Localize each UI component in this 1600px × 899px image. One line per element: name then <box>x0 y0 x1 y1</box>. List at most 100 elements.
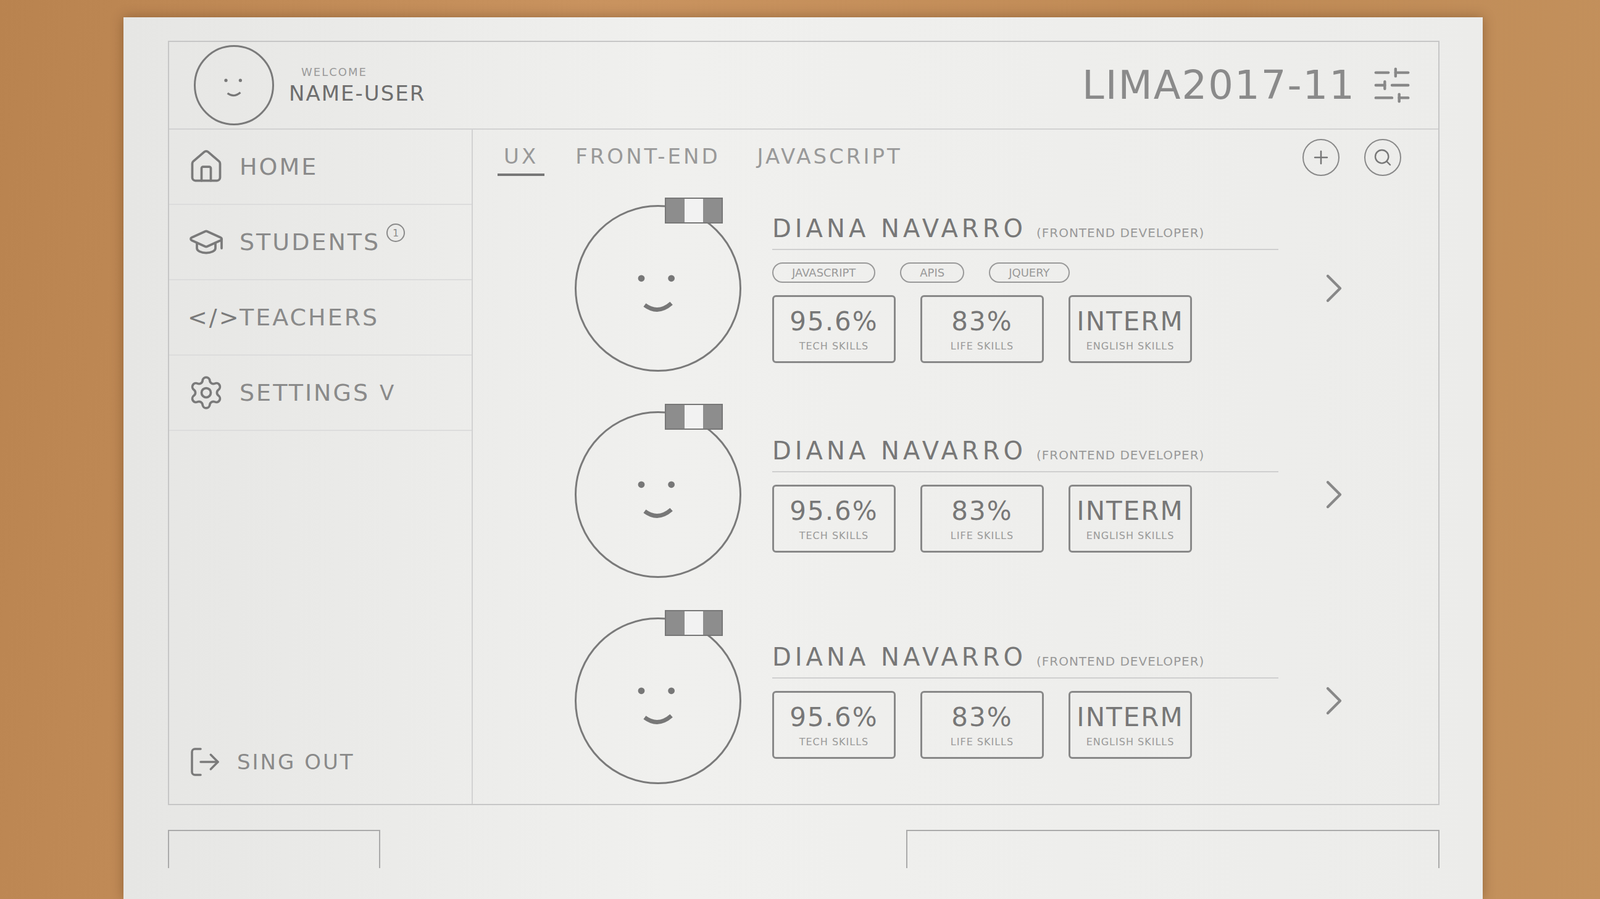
smiley-icon <box>608 650 709 751</box>
avatar-circle <box>574 204 742 372</box>
avatar-circle <box>574 411 742 578</box>
student-avatar <box>574 617 742 784</box>
sidebar-label: TEACHERS <box>239 303 380 331</box>
stat-box: 95.6% TECH SKILLS <box>772 295 896 363</box>
sidebar-item[interactable]: HOME <box>169 129 472 205</box>
skill-tag: JAVASCRIPT <box>772 262 876 283</box>
stat-box: INTERM ENGLISH SKILLS <box>1068 295 1192 363</box>
tab[interactable]: UX <box>497 138 545 176</box>
desk: WELCOMENAME-USER LIMA2017-11 HOME STUDENTS 1… <box>0 0 1600 899</box>
student-info: DIANA NAVARRO (FRONTEND DEVELOPER) JAVASCR… <box>772 214 1279 363</box>
student-list: DIANA NAVARRO (FRONTEND DEVELOPER) JAVASCR… <box>497 185 1402 804</box>
main: UX FRONT-END JAVASCRIPT DIANA NAVARRO (FRONT… <box>472 129 1439 804</box>
sketch-box <box>167 829 381 868</box>
stat-value: INTERM <box>1076 306 1184 337</box>
stat-label: TECH SKILLS <box>799 735 870 748</box>
stat-label: TECH SKILLS <box>799 340 870 352</box>
body: HOME STUDENTS 1 </>TEACHERS SETTINGS V SING OU… <box>169 129 1439 804</box>
user-block: WELCOMENAME-USER <box>288 65 426 106</box>
sidebar-item[interactable]: SETTINGS V <box>169 355 472 431</box>
student-name: DIANA NAVARRO <box>772 642 1027 671</box>
sidebar-label: STUDENTS <box>239 228 381 256</box>
filter-sliders-icon[interactable] <box>1370 63 1414 107</box>
exit-icon <box>187 744 223 780</box>
cohort-title: LIMA2017-11 <box>1082 62 1356 109</box>
user-avatar[interactable] <box>193 45 275 126</box>
student-role: (FRONTEND DEVELOPER) <box>1036 447 1205 463</box>
sidebar-item[interactable]: STUDENTS 1 <box>169 204 472 281</box>
nav-icon <box>187 148 225 186</box>
tab[interactable]: FRONT-END <box>569 138 726 176</box>
next-sketch-edge <box>167 829 1440 868</box>
stat-value: 83% <box>951 701 1013 733</box>
tab-bar: UX FRONT-END JAVASCRIPT <box>497 129 1402 186</box>
student-role: (FRONTEND DEVELOPER) <box>1036 653 1205 669</box>
add-button[interactable] <box>1302 138 1340 176</box>
student-row[interactable]: DIANA NAVARRO (FRONTEND DEVELOPER) 95.6% TE… <box>574 608 1402 794</box>
student-role: (FRONTEND DEVELOPER) <box>1036 225 1205 241</box>
search-icon <box>1372 147 1393 168</box>
chevron-right-icon[interactable] <box>1309 675 1359 726</box>
stat-box: 83% LIFE SKILLS <box>920 295 1044 363</box>
stat-list: 95.6% TECH SKILLS 83% LIFE SKILLS INTERM ENGL… <box>772 295 1279 363</box>
sidebar: HOME STUDENTS 1 </>TEACHERS SETTINGS V SING OU… <box>169 129 473 804</box>
header: WELCOMENAME-USER LIMA2017-11 <box>169 41 1439 130</box>
tab[interactable]: JAVASCRIPT <box>751 138 909 176</box>
search-button[interactable] <box>1364 138 1402 176</box>
stat-label: ENGLISH SKILLS <box>1086 735 1175 748</box>
sign-out-button[interactable]: SING OUT <box>169 744 472 804</box>
student-avatar <box>574 411 742 578</box>
plus-icon <box>1310 146 1332 168</box>
stat-value: INTERM <box>1076 495 1184 526</box>
nav-icon <box>187 374 225 412</box>
skill-tag: APIS <box>900 262 965 283</box>
expand-caret: V <box>379 380 396 405</box>
sign-out-label: SING OUT <box>237 749 355 775</box>
stat-box: INTERM ENGLISH SKILLS <box>1068 690 1192 759</box>
sketch-box <box>906 829 1440 868</box>
stat-value: 95.6% <box>789 495 878 526</box>
stat-label: LIFE SKILLS <box>950 529 1014 542</box>
stat-list: 95.6% TECH SKILLS 83%LIFE SKILLS INTERM ENGL… <box>772 484 1279 553</box>
student-row[interactable]: DIANA NAVARRO (FRONTEND DEVELOPER) 95.6% TE… <box>574 401 1402 588</box>
count-badge: 1 <box>386 223 405 242</box>
sidebar-label: SETTINGS <box>239 379 370 407</box>
stat-box: 83%LIFE SKILLS <box>920 484 1044 553</box>
name-line: DIANA NAVARRO (FRONTEND DEVELOPER) <box>772 214 1279 250</box>
stat-box: 95.6% TECH SKILLS <box>772 484 896 553</box>
stat-value: 95.6% <box>789 306 878 337</box>
name-line: DIANA NAVARRO (FRONTEND DEVELOPER) <box>772 436 1279 473</box>
flag-icon <box>664 403 723 430</box>
avatar-circle <box>574 617 742 784</box>
stat-value: 83% <box>951 306 1013 337</box>
smiley-icon <box>608 444 709 545</box>
stat-label: LIFE SKILLS <box>950 735 1014 748</box>
stat-box: 83% LIFE SKILLS <box>920 690 1044 759</box>
student-name: DIANA NAVARRO <box>772 436 1027 465</box>
skill-tag: JQUERY <box>988 262 1070 283</box>
tag-list: JAVASCRIPT APIS JQUERY <box>772 262 1279 283</box>
stat-box: 95.6% TECH SKILLS <box>772 690 896 759</box>
stat-label: LIFE SKILLS <box>950 340 1014 352</box>
smiley-icon <box>608 238 709 339</box>
flag-icon <box>664 609 723 636</box>
paper-sheet: WELCOMENAME-USER LIMA2017-11 HOME STUDENTS 1… <box>123 17 1483 899</box>
stat-box: INTERM ENGLISH SKILLS <box>1068 484 1192 553</box>
chevron-right-icon[interactable] <box>1309 263 1359 313</box>
stat-list: 95.6% TECH SKILLS 83% LIFE SKILLS INTERM ENGL… <box>772 690 1279 759</box>
stat-value: INTERM <box>1076 701 1184 733</box>
app-frame: WELCOMENAME-USER LIMA2017-11 HOME STUDENTS 1… <box>167 40 1440 805</box>
chevron-right-icon[interactable] <box>1309 469 1359 520</box>
flag-icon <box>664 197 723 224</box>
stat-label: TECH SKILLS <box>799 529 870 542</box>
stat-label: ENGLISH SKILLS <box>1086 529 1175 542</box>
user-name: NAME-USER <box>288 80 426 106</box>
stat-label: ENGLISH SKILLS <box>1086 340 1175 352</box>
smiley-icon <box>209 61 259 110</box>
student-row[interactable]: DIANA NAVARRO (FRONTEND DEVELOPER) JAVASCR… <box>574 195 1402 381</box>
stat-value: 95.6% <box>789 701 878 733</box>
sidebar-item[interactable]: </>TEACHERS <box>169 280 472 356</box>
student-name: DIANA NAVARRO <box>772 214 1027 243</box>
student-info: DIANA NAVARRO (FRONTEND DEVELOPER) 95.6% TE… <box>772 642 1279 759</box>
student-avatar <box>574 204 742 372</box>
